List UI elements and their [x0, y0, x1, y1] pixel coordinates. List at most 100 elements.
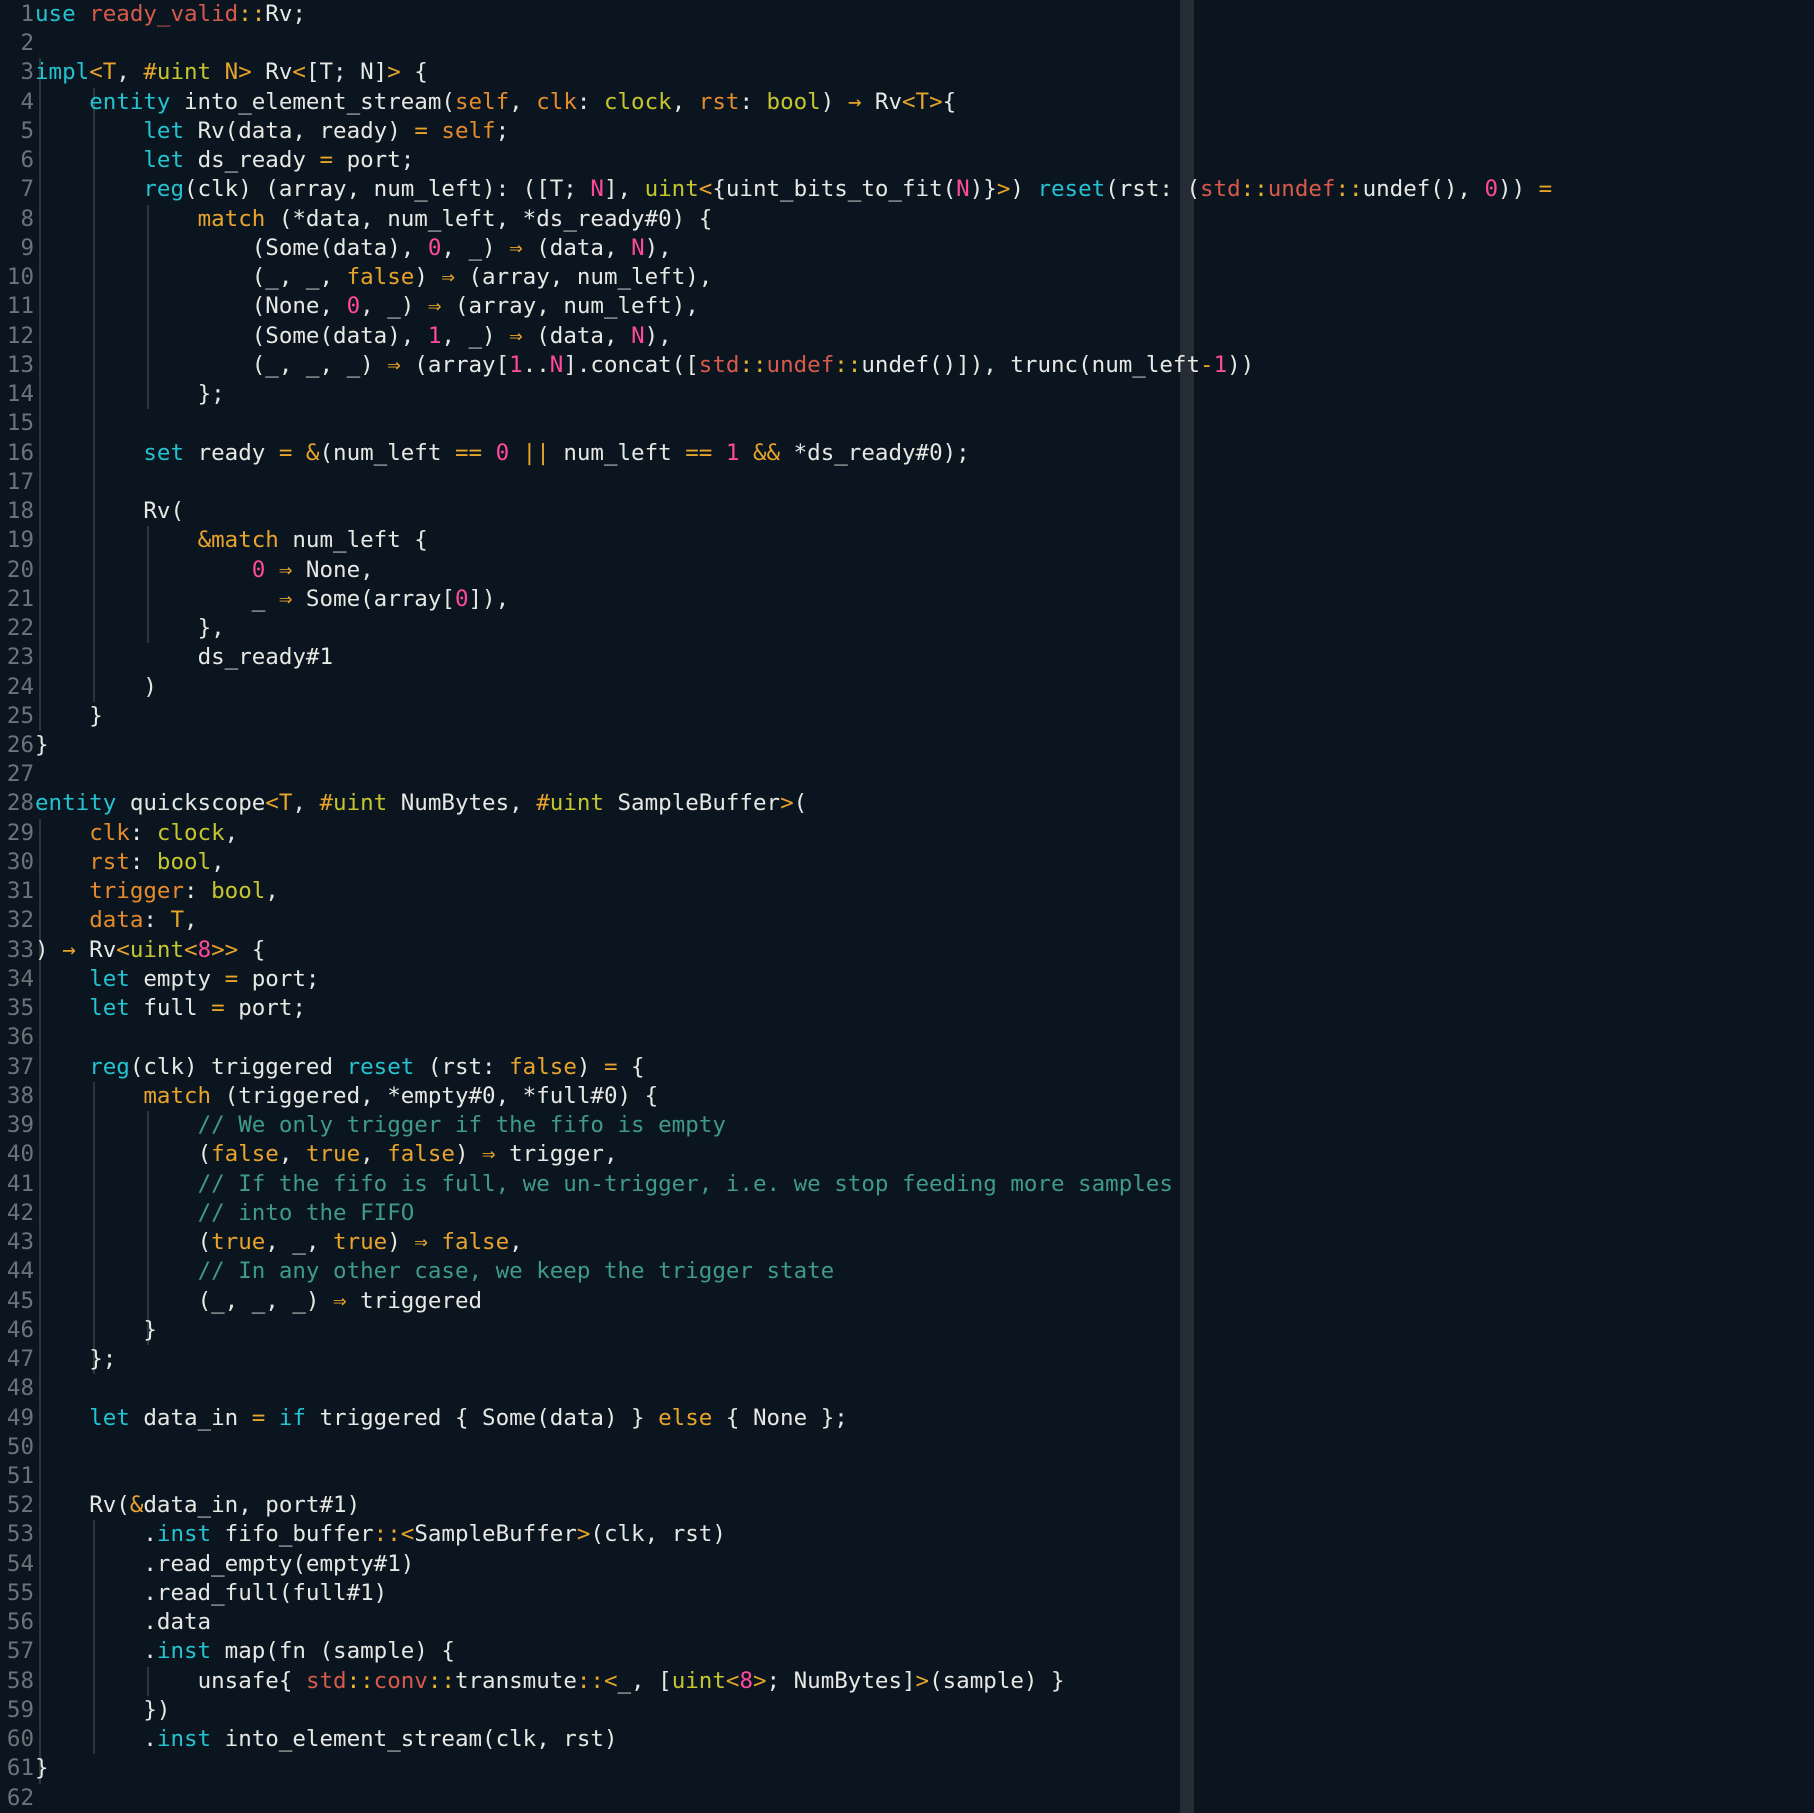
code-line[interactable]: 22 },: [0, 614, 1814, 643]
code-line[interactable]: 5 let Rv(data, ready) = self;: [0, 117, 1814, 146]
code-line[interactable]: 35 let full = port;: [0, 994, 1814, 1023]
code-line[interactable]: 14 };: [0, 380, 1814, 409]
line-code: use ready_valid::Rv;: [35, 0, 306, 29]
code-token: ): [143, 673, 157, 700]
code-line[interactable]: 44 // In any other case, we keep the tri…: [0, 1257, 1814, 1286]
code-line[interactable]: 27: [0, 760, 1814, 789]
code-line[interactable]: 16 set ready = &(num_left == 0 || num_le…: [0, 439, 1814, 468]
code-line[interactable]: 34 let empty = port;: [0, 965, 1814, 994]
code-line[interactable]: 40 (false, true, false) ⇒ trigger,: [0, 1140, 1814, 1169]
code-line[interactable]: 43 (true, _, true) ⇒ false,: [0, 1228, 1814, 1257]
code-token: (clk) (array, num_left): ([T;: [184, 176, 591, 203]
code-token: =: [414, 117, 442, 144]
code-line[interactable]: 52 Rv(&data_in, port#1): [0, 1491, 1814, 1520]
line-number: 13: [6, 351, 34, 378]
line-code: ds_ready#1: [35, 643, 333, 672]
code-line[interactable]: 12 (Some(data), 1, _) ⇒ (data, N),: [0, 322, 1814, 351]
line-number: 14: [6, 381, 34, 408]
code-line[interactable]: 62: [0, 1784, 1814, 1813]
code-line[interactable]: 4 entity into_element_stream(self, clk: …: [0, 88, 1814, 117]
code-editor[interactable]: 1 use ready_valid::Rv; 2 3 impl<T, #uint N> …: [0, 0, 1814, 1813]
code-line[interactable]: 7 reg(clk) (array, num_left): ([T; N], u…: [0, 175, 1814, 204]
line-number: 35: [6, 995, 34, 1022]
code-line[interactable]: 2: [0, 29, 1814, 58]
code-line[interactable]: 51: [0, 1462, 1814, 1491]
code-token: -: [1200, 351, 1214, 378]
code-line[interactable]: 39 // We only trigger if the fifo is emp…: [0, 1111, 1814, 1140]
line-code: Rv(: [35, 497, 184, 526]
code-line[interactable]: 49 let data_in = if triggered { Some(dat…: [0, 1404, 1814, 1433]
code-line[interactable]: 38 match (triggered, *empty#0, *full#0) …: [0, 1082, 1814, 1111]
code-line[interactable]: 24 ): [0, 673, 1814, 702]
line-number: 10: [6, 264, 34, 291]
code-line[interactable]: 6 let ds_ready = port;: [0, 146, 1814, 175]
code-line[interactable]: 31 trigger: bool,: [0, 877, 1814, 906]
code-token: false: [509, 1053, 577, 1080]
code-line[interactable]: 46 }: [0, 1316, 1814, 1345]
line-code: (_, _, false) ⇒ (array, num_left),: [35, 263, 713, 292]
code-line[interactable]: 41 // If the fifo is full, we un-trigger…: [0, 1170, 1814, 1199]
code-line[interactable]: 32 data: T,: [0, 906, 1814, 935]
code-line[interactable]: 48: [0, 1374, 1814, 1403]
code-line[interactable]: 26}: [0, 731, 1814, 760]
code-line[interactable]: 58 unsafe{ std::conv::transmute::<_, [ui…: [0, 1667, 1814, 1696]
code-token: N: [631, 322, 645, 349]
code-line[interactable]: 1 use ready_valid::Rv;: [0, 0, 1814, 29]
line-code: // We only trigger if the fifo is empty: [35, 1111, 726, 1140]
code-line[interactable]: 55 .read_full(full#1): [0, 1579, 1814, 1608]
code-line[interactable]: 45 (_, _, _) ⇒ triggered: [0, 1287, 1814, 1316]
code-line[interactable]: 11 (None, 0, _) ⇒ (array, num_left),: [0, 292, 1814, 321]
code-line[interactable]: 59 }): [0, 1696, 1814, 1725]
line-number: 29: [6, 819, 34, 846]
code-line[interactable]: 53 .inst fifo_buffer::<SampleBuffer>(clk…: [0, 1520, 1814, 1549]
code-line[interactable]: 13 (_, _, _) ⇒ (array[1..N].concat([std:…: [0, 351, 1814, 380]
code-line[interactable]: 8 match (*data, num_left, *ds_ready#0) {: [0, 205, 1814, 234]
code-line[interactable]: 18 Rv(: [0, 497, 1814, 526]
code-line[interactable]: 42 // into the FIFO: [0, 1199, 1814, 1228]
code-line[interactable]: 21 _ ⇒ Some(array[0]),: [0, 585, 1814, 614]
code-token: =: [319, 147, 347, 174]
code-line[interactable]: 47 };: [0, 1345, 1814, 1374]
code-line[interactable]: 57 .inst map(fn (sample) {: [0, 1637, 1814, 1666]
code-line[interactable]: 20 0 ⇒ None,: [0, 556, 1814, 585]
code-token: }): [143, 1696, 171, 1723]
code-token: (*data, num_left, *ds_ready#0) {: [278, 205, 713, 232]
code-line[interactable]: 36: [0, 1023, 1814, 1052]
code-line[interactable]: 56 .data: [0, 1608, 1814, 1637]
code-token: uint: [644, 176, 699, 203]
code-line[interactable]: 29 clk: clock,: [0, 819, 1814, 848]
code-token: entity: [89, 88, 185, 115]
line-number: 45: [6, 1287, 34, 1314]
code-token: :: [184, 878, 212, 905]
code-token: unsafe{: [197, 1667, 306, 1694]
code-line[interactable]: 61}: [0, 1754, 1814, 1783]
code-line[interactable]: 9 (Some(data), 0, _) ⇒ (data, N),: [0, 234, 1814, 263]
code-token: <: [116, 936, 130, 963]
code-line[interactable]: 19 &match num_left {: [0, 526, 1814, 555]
code-line[interactable]: 54 .read_empty(empty#1): [0, 1550, 1814, 1579]
code-token: port;: [346, 147, 415, 174]
code-token: ::: [739, 351, 767, 378]
code-line[interactable]: 33) → Rv<uint<8>> {: [0, 936, 1814, 965]
code-line[interactable]: 15: [0, 409, 1814, 438]
code-line[interactable]: 17: [0, 468, 1814, 497]
code-token: empty: [143, 965, 225, 992]
code-line[interactable]: 30 rst: bool,: [0, 848, 1814, 877]
line-code: // If the fifo is full, we un-trigger, i…: [35, 1170, 1173, 1199]
code-token: ⇒: [387, 351, 401, 378]
code-token: else: [658, 1404, 726, 1431]
code-line[interactable]: 23 ds_ready#1: [0, 643, 1814, 672]
code-line[interactable]: 10 (_, _, false) ⇒ (array, num_left),: [0, 263, 1814, 292]
code-line[interactable]: 37 reg(clk) triggered reset (rst: false)…: [0, 1053, 1814, 1082]
line-code: entity quickscope<T, #uint NumBytes, #ui…: [35, 789, 807, 818]
line-code: let data_in = if triggered { Some(data) …: [35, 1404, 848, 1433]
line-code: .inst into_element_stream(clk, rst): [35, 1725, 617, 1754]
code-line[interactable]: 25 }: [0, 702, 1814, 731]
code-line[interactable]: 60 .inst into_element_stream(clk, rst): [0, 1725, 1814, 1754]
code-line[interactable]: 3 impl<T, #uint N> Rv<[T; N]> {: [0, 58, 1814, 87]
code-line[interactable]: 50: [0, 1433, 1814, 1462]
code-line[interactable]: 28 entity quickscope<T, #uint NumBytes, #…: [0, 789, 1814, 818]
